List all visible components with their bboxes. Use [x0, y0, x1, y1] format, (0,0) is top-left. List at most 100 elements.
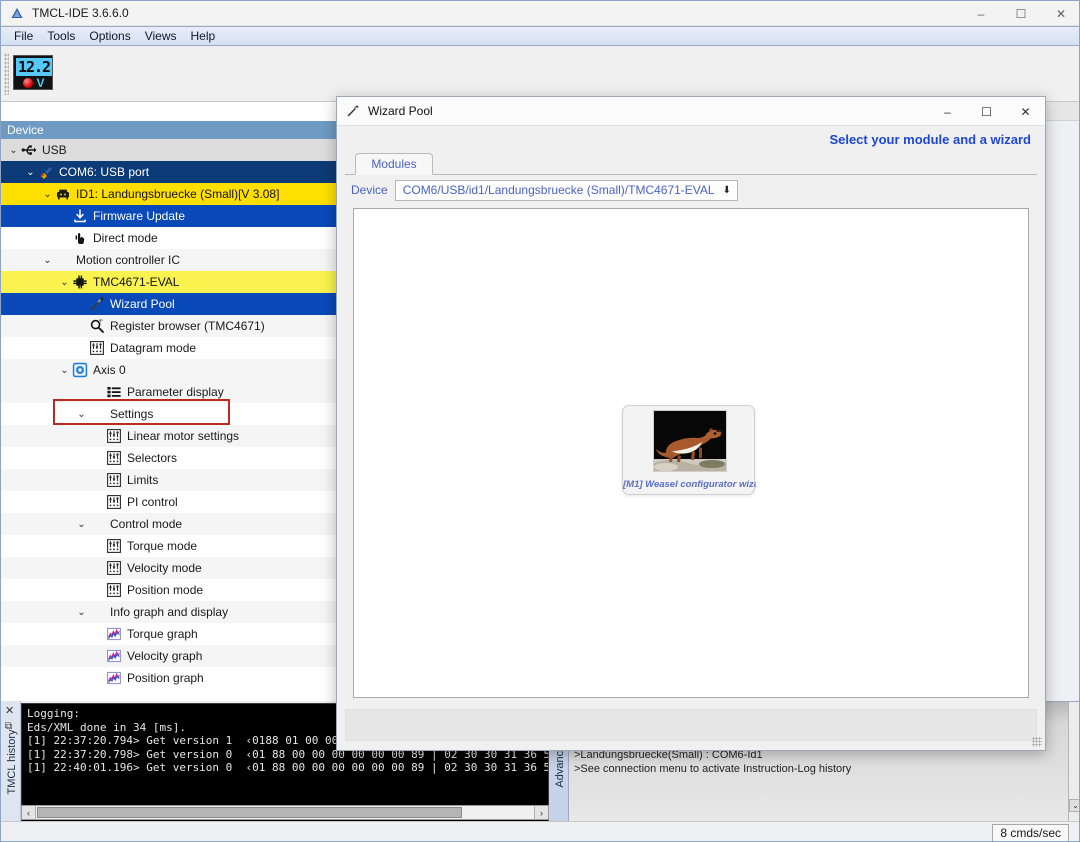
tree-item-label: Firmware Update	[93, 209, 186, 223]
menu-item-file[interactable]: File	[7, 27, 40, 45]
wizard-card-weasel-configurator[interactable]: [M1] Weasel configurator wiza	[622, 405, 756, 495]
tree-item-label: Axis 0	[93, 363, 126, 377]
tree-item-selectors[interactable]: Selectors	[1, 447, 336, 469]
sliders-icon	[105, 582, 123, 598]
tree-item-tmc4671-eval[interactable]: ⌄ TMC4671-EVAL	[1, 271, 336, 293]
chevron-down-icon[interactable]: ⌄	[58, 365, 71, 376]
tmcl-ide-window: TMCL-IDE 3.6.6.0 – ☐ ✕ File Tools Option…	[0, 0, 1080, 842]
tree-item-velocity-mode[interactable]: Velocity mode	[1, 557, 336, 579]
chevron-down-icon[interactable]: ⌄	[7, 145, 20, 156]
chevron-down-icon: ⬇	[722, 184, 731, 196]
wizard-list-canvas[interactable]: [M1] Weasel configurator wiza	[353, 208, 1029, 698]
tree-item-com6-usb-port[interactable]: ⌄ COM6: USB port	[1, 161, 336, 183]
chevron-down-icon[interactable]: ⌄	[41, 255, 54, 266]
log-line: [1] 22:40:01.196> Get version 0 ‹01 88 0…	[27, 761, 549, 774]
maximize-button[interactable]: ☐	[1001, 1, 1041, 26]
sliders-icon	[105, 494, 123, 510]
tree-item-label: Linear motor settings	[127, 429, 240, 443]
tree-item-label: Control mode	[110, 517, 183, 531]
tree-item-datagram-mode[interactable]: Datagram mode	[1, 337, 336, 359]
device-select-dropdown[interactable]: COM6/USB/id1/Landungsbruecke (Small)/TMC…	[394, 179, 738, 201]
scroll-trough[interactable]	[36, 806, 534, 819]
minimize-button[interactable]: –	[961, 1, 1001, 26]
logging-horizontal-scrollbar[interactable]: ‹ ›	[21, 805, 549, 820]
tree-item-motion-controller-ic[interactable]: ⌄ Motion controller IC	[1, 249, 336, 271]
tree-item-label: Motion controller IC	[76, 253, 181, 267]
tree-item-settings[interactable]: ⌄ Settings	[1, 403, 336, 425]
close-button[interactable]: ✕	[1041, 1, 1079, 26]
menu-item-tools[interactable]: Tools	[40, 27, 82, 45]
tree-item-label: Info graph and display	[110, 605, 229, 619]
tree-item-direct-mode[interactable]: Direct mode	[1, 227, 336, 249]
scroll-left-arrow-icon[interactable]: ‹	[22, 806, 36, 819]
tree-item-label: Limits	[127, 473, 159, 487]
tree-item-register-browser-tmc4671[interactable]: Register browser (TMC4671)	[1, 315, 336, 337]
dialog-close-button[interactable]: ✕	[1006, 97, 1045, 126]
tree-item-linear-motor-settings[interactable]: Linear motor settings	[1, 425, 336, 447]
sliders-icon	[88, 340, 106, 356]
tree-item-parameter-display[interactable]: Parameter display	[1, 381, 336, 403]
instruction-log-scrollbar[interactable]: ⌄	[1068, 702, 1079, 823]
hand-pointer-icon	[71, 230, 89, 246]
usb-icon	[20, 142, 38, 158]
tree-item-firmware-update[interactable]: Firmware Update	[1, 205, 336, 227]
tree-item-limits[interactable]: Limits	[1, 469, 336, 491]
scroll-thumb[interactable]	[37, 807, 462, 818]
tree-item-usb[interactable]: ⌄ USB	[1, 139, 336, 161]
dialog-device-row: Device COM6/USB/id1/Landungsbruecke (Sma…	[337, 177, 1045, 203]
tree-item-wizard-pool[interactable]: Wizard Pool	[1, 293, 336, 315]
wizard-wand-icon	[346, 104, 360, 118]
tree-item-id1-landungsbruecke-small-v-3-08[interactable]: ⌄ ID1: Landungsbruecke (Small)[V 3.08]	[1, 183, 336, 205]
chevron-down-icon[interactable]: ⌄	[75, 607, 88, 618]
menu-item-help[interactable]: Help	[184, 27, 223, 45]
graph-icon	[105, 626, 123, 642]
close-log-icon[interactable]: ✕	[5, 704, 14, 717]
sliders-icon	[105, 428, 123, 444]
axis-icon	[71, 362, 89, 378]
menu-bar: File Tools Options Views Help	[1, 26, 1079, 46]
tree-item-velocity-graph[interactable]: Velocity graph	[1, 645, 336, 667]
tab-strip-line	[345, 174, 1037, 175]
tree-item-pi-control[interactable]: PI control	[1, 491, 336, 513]
chip-icon	[71, 274, 89, 290]
tree-item-label: Position mode	[127, 583, 204, 597]
dialog-title-bar[interactable]: Wizard Pool – ☐ ✕	[337, 97, 1045, 126]
tree-item-position-mode[interactable]: Position mode	[1, 579, 336, 601]
chevron-down-icon[interactable]: ⌄	[24, 167, 37, 178]
board-icon	[54, 186, 72, 202]
chevron-down-icon[interactable]: ⌄	[58, 277, 71, 288]
tree-item-label: Settings	[110, 407, 154, 421]
tree-item-position-graph[interactable]: Position graph	[1, 667, 336, 689]
tmcl-history-tab[interactable]: TMCL history	[6, 727, 18, 797]
tree-item-label: Selectors	[127, 451, 178, 465]
toolbar-grip[interactable]	[4, 53, 9, 95]
tree-item-axis-0[interactable]: ⌄ Axis 0	[1, 359, 336, 381]
sliders-icon	[105, 472, 123, 488]
tree-item-info-graph-and-display[interactable]: ⌄ Info graph and display	[1, 601, 336, 623]
tree-item-torque-graph[interactable]: Torque graph	[1, 623, 336, 645]
menu-item-views[interactable]: Views	[138, 27, 184, 45]
tree-item-label: COM6: USB port	[59, 165, 150, 179]
dialog-footer	[345, 709, 1037, 741]
chevron-down-icon[interactable]: ⌄	[75, 409, 88, 420]
list-icon	[105, 384, 123, 400]
dialog-title: Wizard Pool	[368, 104, 433, 118]
scroll-right-arrow-icon[interactable]: ›	[534, 806, 548, 819]
wizard-card-caption: [M1] Weasel configurator wiza	[623, 479, 756, 490]
tree-no-icon	[54, 252, 72, 268]
tree-item-control-mode[interactable]: ⌄ Control mode	[1, 513, 336, 535]
tab-modules[interactable]: Modules	[355, 153, 433, 175]
scroll-down-arrow-icon[interactable]: ⌄	[1069, 799, 1079, 812]
voltage-unit: V	[36, 76, 45, 90]
dialog-resize-grip[interactable]	[1032, 737, 1042, 747]
chevron-down-icon[interactable]: ⌄	[75, 519, 88, 530]
wizard-pool-dialog: Wizard Pool – ☐ ✕ Select your module and…	[336, 96, 1046, 751]
dialog-minimize-button[interactable]: –	[928, 97, 967, 126]
tree-item-label: TMC4671-EVAL	[93, 275, 180, 289]
dialog-maximize-button[interactable]: ☐	[967, 97, 1006, 126]
menu-item-options[interactable]: Options	[82, 27, 137, 45]
supply-voltage-indicator: 12.2 V	[13, 55, 53, 90]
chevron-down-icon[interactable]: ⌄	[41, 189, 54, 200]
tree-item-torque-mode[interactable]: Torque mode	[1, 535, 336, 557]
weasel-photo-thumbnail	[653, 410, 727, 472]
